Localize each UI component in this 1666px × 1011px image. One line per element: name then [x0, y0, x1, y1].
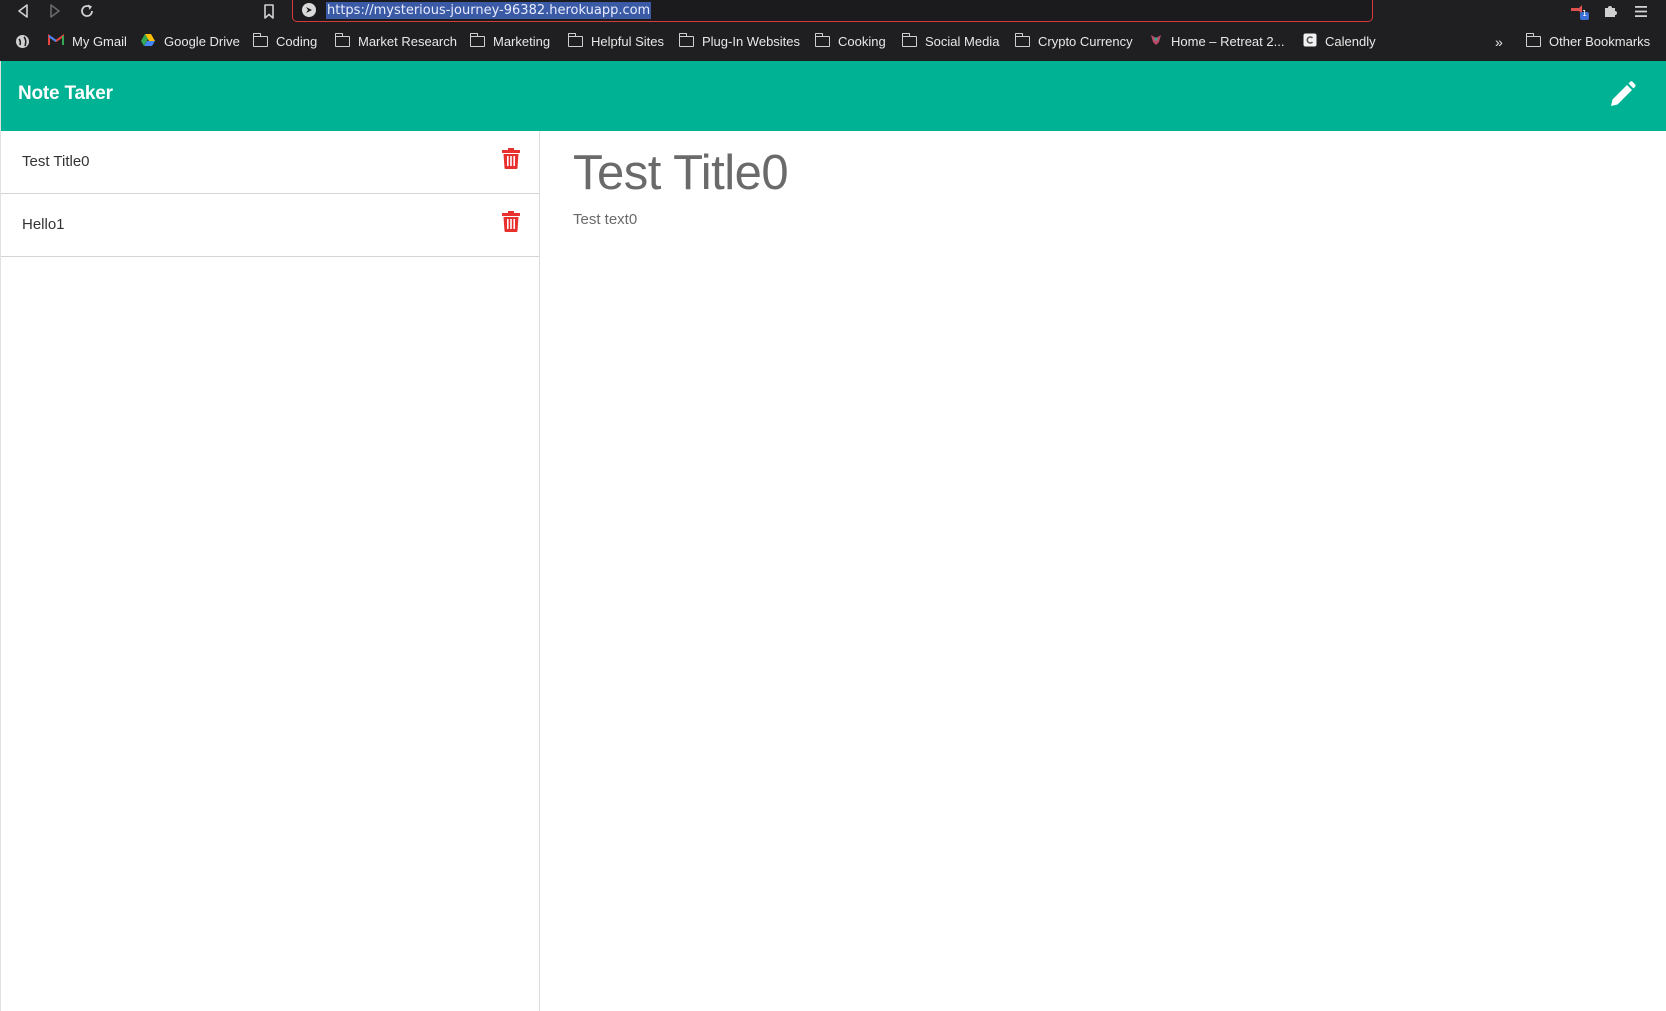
- bookmark-google-drive[interactable]: Google Drive: [140, 31, 240, 52]
- bookmark-social-media[interactable]: Social Media: [901, 31, 999, 52]
- bookmark-home-retreat[interactable]: Home – Retreat 2...: [1149, 31, 1284, 52]
- menu-icon[interactable]: [1631, 1, 1651, 21]
- site-icon: [1149, 33, 1163, 50]
- folder-icon: [252, 33, 268, 47]
- bookmark-coding[interactable]: Coding: [252, 31, 317, 52]
- note-list-title[interactable]: Hello1: [22, 216, 65, 233]
- back-icon[interactable]: [13, 1, 33, 21]
- list-item[interactable]: Test Title0: [1, 131, 539, 194]
- note-editor: Test Title0 Test text0: [541, 131, 1666, 1011]
- brand-title[interactable]: Note Taker: [18, 83, 113, 105]
- note-taker-app: Note Taker Test Title0 Hello1 Test Title…: [0, 61, 1666, 1011]
- folder-icon: [334, 33, 350, 47]
- site-info-icon[interactable]: [302, 3, 316, 17]
- other-bookmarks[interactable]: Other Bookmarks: [1525, 31, 1650, 52]
- folder-icon: [567, 33, 583, 47]
- forward-icon[interactable]: [45, 1, 65, 21]
- bookmarks-bar: My Gmail Google Drive Coding Market Rese…: [0, 31, 1666, 52]
- delete-note-trash-icon[interactable]: [502, 148, 523, 172]
- folder-icon: [469, 33, 485, 47]
- bookmark-calendly[interactable]: Calendly: [1303, 31, 1376, 52]
- folder-icon: [1014, 33, 1030, 47]
- notes-list: Test Title0 Hello1: [1, 131, 540, 1011]
- extension-badge: 1: [1582, 9, 1588, 18]
- note-text-field[interactable]: Test text0: [573, 211, 637, 228]
- note-title-field[interactable]: Test Title0: [573, 145, 789, 201]
- list-item[interactable]: Hello1: [1, 194, 539, 257]
- bookmark-marketing[interactable]: Marketing: [469, 31, 550, 52]
- browser-toolbar: https://mysterious-journey-96382.herokua…: [0, 0, 1666, 22]
- bookmark-my-gmail[interactable]: My Gmail: [48, 31, 127, 52]
- browser-chrome: https://mysterious-journey-96382.herokua…: [0, 0, 1666, 61]
- bookmark-market-research[interactable]: Market Research: [334, 31, 457, 52]
- bookmark-plug-in-websites[interactable]: Plug-In Websites: [678, 31, 800, 52]
- navbar: Note Taker: [1, 61, 1666, 131]
- bookmark-icon[interactable]: [259, 1, 279, 21]
- reload-icon[interactable]: [77, 1, 97, 21]
- extension-icon[interactable]: 1: [1569, 1, 1591, 21]
- folder-icon: [901, 33, 917, 47]
- note-list-title[interactable]: Test Title0: [22, 153, 90, 170]
- delete-note-trash-icon[interactable]: [502, 211, 523, 235]
- apps-globe-icon[interactable]: [15, 31, 30, 52]
- puzzle-icon[interactable]: [1600, 1, 1620, 21]
- url-text[interactable]: https://mysterious-journey-96382.herokua…: [326, 2, 652, 19]
- bookmark-crypto-currency[interactable]: Crypto Currency: [1014, 31, 1133, 52]
- new-note-pencil-icon[interactable]: [1608, 81, 1636, 109]
- address-bar[interactable]: https://mysterious-journey-96382.herokua…: [292, 0, 1373, 22]
- bookmark-helpful-sites[interactable]: Helpful Sites: [567, 31, 664, 52]
- folder-icon: [814, 33, 830, 47]
- bookmarks-overflow-button[interactable]: »: [1495, 31, 1503, 52]
- gmail-icon: [48, 34, 64, 49]
- calendly-icon: [1303, 33, 1317, 50]
- bookmark-cooking[interactable]: Cooking: [814, 31, 886, 52]
- folder-icon: [678, 33, 694, 47]
- folder-icon: [1525, 33, 1541, 47]
- google-drive-icon: [140, 33, 156, 50]
